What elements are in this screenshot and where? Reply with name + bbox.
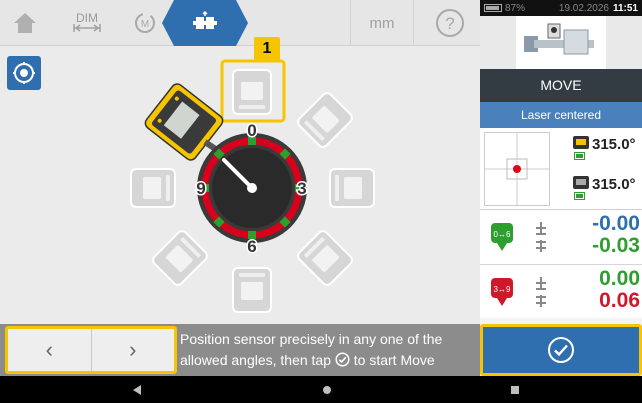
position-12-sensor [232,69,272,115]
svg-text:M: M [141,19,149,30]
clock-label-9: 9 [196,179,205,198]
instruction-text: Position sensor precisely in any one of … [180,329,476,371]
laser-target-icon [484,132,550,206]
mode-title: MOVE [480,69,642,102]
clock-label-6: 6 [247,237,256,256]
vertical-offset-value: -0.00 [592,212,640,235]
check-circle-icon [548,337,574,363]
position-9-sensor [130,168,176,208]
status-time: 11:51 [612,2,638,14]
sensor-battery-icon [574,152,585,160]
clock-label-3: 3 [297,179,306,198]
vertical-angularity-value: -0.03 [592,234,640,257]
previous-button[interactable]: ‹ [8,329,91,371]
position-7-30-sensor [150,228,210,288]
instruction-line-1: Position sensor precisely in any one of … [180,331,443,347]
top-toolbar: DIM M mm ? [0,0,480,46]
help-icon: ? [436,9,464,37]
measure-icon: M [135,13,155,33]
position-4-30-sensor [295,228,355,288]
results-panel: 87% 19.02.2026 11:51 MOVE Laser centered [480,0,642,376]
system-navigation-bar [0,376,642,403]
instruction-bar: ‹ › Position sensor precisely in any one… [0,324,480,376]
start-move-button[interactable] [480,324,642,376]
position-3-sensor [329,168,375,208]
callout-badge: 1 [254,37,280,61]
laser-target-box: 315.0° 315.0° [480,128,642,210]
battery-level: 87% [505,2,526,14]
sender-angle-reading: 315.0° [592,176,636,193]
coupling-icon [193,11,217,29]
clock-label-0: 0 [247,121,256,140]
offset-angularity-icon [536,222,546,252]
main-area: DIM M mm ? 0 3 6 9 1 ‹ › Position sensor… [0,0,480,376]
help-glyph: ? [445,14,454,33]
alignment-values: 0↔6 -0.00 -0.03 3↔9 0.00 0.06 [480,210,642,318]
home-icon [14,13,36,33]
instruction-line-2: allowed angles, then tap to start Move [180,352,435,368]
unit-button[interactable]: mm [350,0,414,46]
chevron-left-icon: ‹ [45,337,53,362]
align-button[interactable] [174,0,248,46]
position-1-30-sensor [295,90,355,150]
chevron-right-icon: › [129,337,137,362]
battery-icon [484,4,502,12]
check-circle-icon [335,352,350,367]
dimensions-button[interactable]: DIM [58,0,116,46]
vertical-sensor-icon: 0↔6 [491,223,513,251]
sender-angle-icon [573,176,589,189]
sensor-angle-reading: 315.0° [592,136,636,153]
dimensions-label: DIM [76,11,98,25]
sensor-positioning-diagram: 0 3 6 9 [130,59,375,313]
dimension-arrows-icon [73,24,101,32]
home-button[interactable] [0,0,50,46]
machine-train-icon [516,16,606,69]
system-recents-button[interactable] [500,376,530,403]
horizontal-values-row: 3↔9 0.00 0.06 [480,264,642,318]
horizontal-angularity-value: 0.06 [599,289,640,312]
recents-square-icon [511,385,519,394]
sensor-angle-icon [573,136,589,149]
next-button[interactable]: › [90,329,175,371]
horizontal-offset-value: 0.00 [599,267,640,290]
status-date: 19.02.2026 [558,2,609,14]
sender-battery-icon [574,192,585,200]
horizontal-sensor-icon: 3↔9 [491,278,513,306]
position-6-sensor [232,267,272,313]
navigation-arrows: ‹ › [5,326,177,374]
system-back-button[interactable] [122,376,152,403]
machine-thumbnail[interactable] [480,16,642,69]
laser-status-banner: Laser centered [480,102,642,128]
help-button[interactable]: ? [420,0,480,46]
vertical-values-row: 0↔6 -0.00 -0.03 [480,210,642,264]
back-triangle-icon [133,384,141,395]
svg-text:0↔6: 0↔6 [494,230,511,239]
status-bar: 87% 19.02.2026 11:51 [480,0,642,16]
offset-angularity-icon-2 [536,277,546,307]
unit-label: mm [369,14,395,32]
system-home-button[interactable] [312,376,342,403]
svg-text:3↔9: 3↔9 [494,285,511,294]
home-circle-icon [323,385,331,394]
